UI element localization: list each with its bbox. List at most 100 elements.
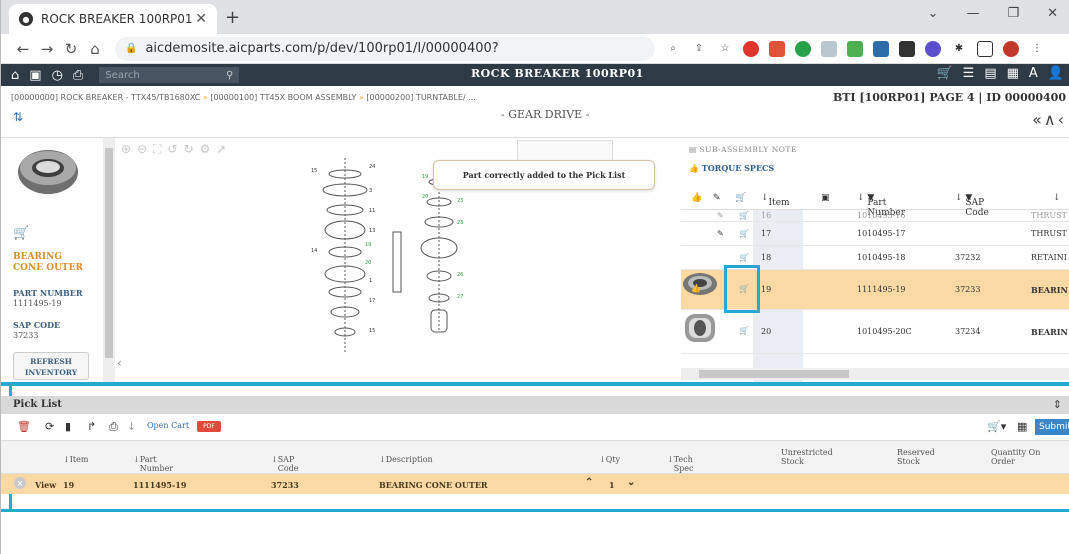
history-icon[interactable]: ◷ (52, 68, 63, 83)
menu-kebab-icon[interactable]: ⋮ (1029, 41, 1045, 57)
cart-dropdown-icon[interactable]: 🛒▾ (987, 420, 1006, 433)
browser-tab[interactable]: ● ROCK BREAKER 100RP01 ✕ (9, 4, 217, 34)
adblock-icon[interactable] (743, 40, 759, 57)
open-cart-link[interactable]: Open Cart (147, 421, 189, 430)
breadcrumb-item[interactable]: [00000100] TT45X BOOM ASSEMBLY (210, 93, 356, 102)
sub-assembly-note[interactable]: ▤ SUB-ASSEMBLY NOTE (689, 145, 797, 154)
user-icon[interactable]: 👤 (1048, 66, 1064, 81)
breadcrumb-item[interactable]: [00000000] ROCK BREAKER - TTX45/TB1680XC (11, 93, 200, 102)
share-icon[interactable]: ↱ (87, 420, 96, 433)
qty-decrease-icon[interactable]: ⌄ (627, 477, 635, 488)
like-icon[interactable]: 👍 (691, 193, 702, 203)
zoom-out-icon[interactable]: ⊖ (137, 142, 147, 157)
table-row[interactable]: ✎ 🛒 17 1010495-17 THRUST (681, 222, 1069, 246)
resize-handle-icon[interactable]: ⇕ (1053, 398, 1062, 411)
item-header[interactable]: ↓ Item (63, 455, 88, 464)
back-icon[interactable]: ← (11, 40, 35, 58)
list-icon[interactable]: ☰ (963, 66, 975, 81)
parts-table-scrollbar[interactable] (681, 368, 1069, 380)
puzzle-icon[interactable]: ✱ (951, 41, 967, 57)
table-view-icon[interactable]: ▦ (1017, 420, 1027, 433)
close-tab-icon[interactable]: ✕ (195, 11, 207, 27)
extension-red-icon[interactable] (769, 40, 785, 57)
save-icon[interactable]: ▮ (65, 420, 71, 433)
description-header[interactable]: ↓ (1053, 193, 1061, 203)
table-row[interactable]: ✎ 🛒 16 1010495-16 THRUST (681, 210, 1069, 222)
qty-increase-icon[interactable]: ⌃ (585, 477, 593, 488)
exploded-diagram[interactable]: ⊕ ⊖ ⛶ ↺ ↻ ⚙ ➚ 19 20 23 23 26 27 19 20 15… (117, 138, 679, 382)
pdf-button[interactable]: PDF (197, 421, 221, 432)
cart-icon[interactable]: 🛒 (739, 326, 749, 335)
extension-purple-icon[interactable] (925, 40, 941, 57)
qty-header[interactable]: ↓ Qty (599, 455, 620, 464)
sidepanel-icon[interactable] (977, 40, 993, 57)
rotate-left-icon[interactable]: ↺ (168, 142, 178, 157)
star-icon[interactable]: ☆ (717, 41, 733, 57)
cart-icon[interactable]: 🛒 (739, 253, 749, 262)
left-scrollbar[interactable] (103, 138, 115, 382)
sap-code-header[interactable]: ↓ SAP Code ▼ (955, 193, 989, 218)
print-icon[interactable]: ⎙ (109, 420, 118, 434)
zoom-in-icon[interactable]: ⊕ (121, 142, 131, 157)
extension-blue-icon[interactable] (873, 40, 889, 57)
rotate-right-icon[interactable]: ↻ (184, 142, 194, 157)
minimize-icon[interactable]: — (966, 6, 979, 21)
tech-spec-header[interactable]: ↓ Tech Spec (667, 455, 694, 473)
edit-icon[interactable]: ✎ (717, 229, 724, 238)
torque-specs-link[interactable]: 👍 TORQUE SPECS (689, 163, 774, 173)
cart-icon[interactable]: 🛒 (739, 229, 749, 238)
refresh-inventory-button[interactable]: REFRESH INVENTORY (13, 352, 89, 380)
sap-code-header[interactable]: ↓ SAP Code (271, 455, 299, 473)
home-nav-icon[interactable]: ⌂ (11, 68, 19, 83)
edit-icon[interactable]: ✎ (713, 193, 721, 203)
item-header[interactable]: ↓ Item (761, 193, 790, 208)
qty-value[interactable]: 1 (609, 480, 615, 490)
row-remove-icon[interactable]: × (14, 477, 26, 489)
reload-icon[interactable]: ↻ (59, 40, 83, 58)
scroll-left-icon[interactable]: ‹ (117, 356, 122, 370)
close-window-icon[interactable]: ✕ (1047, 6, 1058, 21)
delete-icon[interactable]: 🗑 (17, 420, 31, 433)
search-icon[interactable]: ⚲ (226, 70, 233, 81)
check-extension-icon[interactable] (795, 40, 811, 57)
chevron-down-icon[interactable]: ⌄ (928, 6, 939, 21)
part-number-header[interactable]: ↓ Part Number (133, 455, 173, 473)
url-field[interactable]: 🔒 aicdemosite.aicparts.com/p/dev/100rp01… (115, 36, 655, 61)
download-icon[interactable]: ↓ (127, 420, 136, 433)
print-icon[interactable]: ⎙ (73, 68, 83, 83)
home-icon[interactable]: ⌂ (83, 40, 107, 58)
cart-column-icon[interactable]: 🛒 (735, 193, 746, 203)
extension-dark-icon[interactable] (899, 40, 915, 57)
extension-green-icon[interactable] (847, 40, 863, 57)
search-input[interactable]: Search ⚲ (99, 67, 240, 83)
pick-list-row[interactable]: × View 19 1111495-19 37233 BEARING CONE … (1, 474, 1069, 494)
document-icon[interactable]: ▤ (984, 66, 996, 81)
table-row[interactable]: 🛒 20 1010495-20C 37234 BEARIN (681, 310, 1069, 354)
forward-icon[interactable]: → (35, 40, 59, 58)
restore-icon[interactable]: ❐ (1007, 6, 1019, 21)
part-number-header[interactable]: ↓ Part Number ▼ (857, 193, 905, 218)
cart-icon[interactable]: 🛒 (936, 66, 952, 81)
edit-icon[interactable]: ✎ (717, 211, 724, 220)
breadcrumb-item[interactable]: [00000200] TURNTABLE/ ... (366, 93, 475, 102)
description-header[interactable]: ↓ Description (379, 455, 433, 464)
fit-icon[interactable]: ⛶ (153, 142, 161, 157)
share-icon[interactable]: ⇪ (691, 41, 707, 57)
view-link[interactable]: View (35, 480, 56, 490)
part-thumbnail[interactable] (681, 310, 719, 346)
table-icon[interactable]: ▦ (1007, 66, 1019, 81)
new-tab-icon[interactable]: + (225, 7, 240, 28)
cart-icon[interactable]: 🛒 (739, 211, 749, 220)
pointer-icon[interactable]: ➚ (216, 142, 226, 157)
font-size-icon[interactable]: A (1029, 66, 1038, 81)
zoom-icon[interactable]: ⌕ (665, 41, 681, 57)
extension-gray-icon[interactable] (821, 40, 837, 57)
refresh-icon[interactable]: ⟳ (45, 420, 54, 433)
submit-button[interactable]: Submit (1035, 419, 1069, 435)
settings-icon[interactable]: ⚙ (200, 142, 211, 157)
sort-icon[interactable]: ⇅ (13, 110, 23, 124)
profile-avatar-icon[interactable] (1003, 40, 1019, 57)
add-to-cart-icon[interactable]: 🛒 (13, 226, 29, 241)
pagination-controls[interactable]: «∧‹ (1032, 110, 1066, 129)
image-icon[interactable]: ▣ (29, 68, 41, 83)
